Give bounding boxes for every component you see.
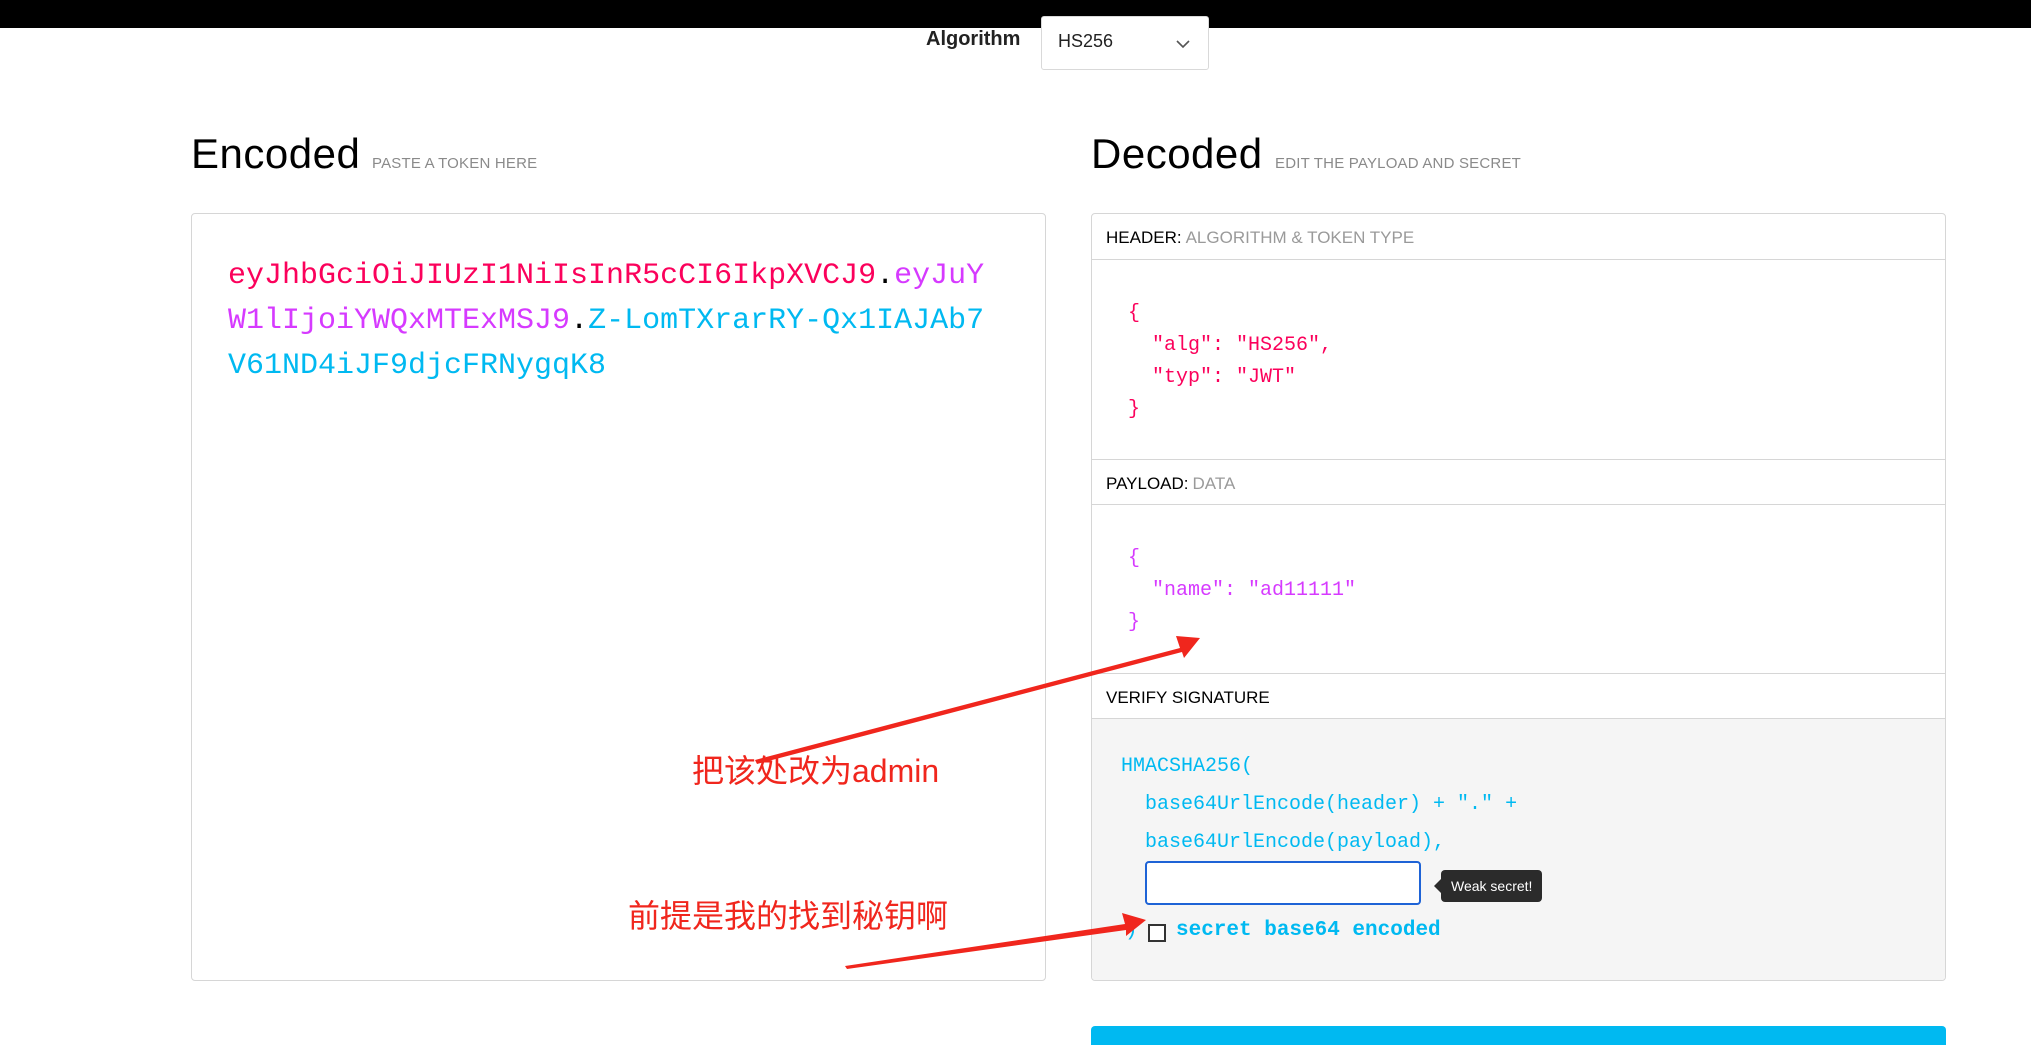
browser-top-bar: [0, 0, 2031, 28]
payload-json-name: "name": "ad11111": [1128, 579, 1357, 602]
header-json-alg: "alg": "HS256",: [1128, 334, 1333, 357]
verify-section-title: VERIFY SIGNATURE: [1092, 673, 1945, 719]
decoded-panel: HEADER: ALGORITHM & TOKEN TYPE { "alg": "…: [1091, 213, 1946, 981]
payload-section-label: PAYLOAD:: [1106, 474, 1189, 493]
header-json-close: }: [1128, 398, 1141, 421]
header-json-open: {: [1128, 302, 1141, 325]
header-section-sublabel: ALGORITHM & TOKEN TYPE: [1185, 228, 1415, 247]
encoded-subtitle: PASTE A TOKEN HERE: [372, 155, 538, 172]
annotation-need-secret: 前提是我的找到秘钥啊: [628, 898, 949, 934]
verify-close-paren: ): [1125, 919, 1138, 942]
algorithm-label: Algorithm: [926, 28, 1021, 50]
payload-section-title: PAYLOAD: DATA: [1092, 459, 1945, 505]
payload-json-editor[interactable]: { "name": "ad11111"}: [1128, 543, 1356, 639]
algorithm-select[interactable]: HS256: [1041, 16, 1209, 70]
secret-base64-label[interactable]: secret base64 encoded: [1176, 919, 1441, 942]
payload-json-close: }: [1128, 611, 1141, 634]
verify-line-header: base64UrlEncode(header) + "." +: [1121, 793, 1518, 816]
header-json-editor[interactable]: { "alg": "HS256", "typ": "JWT"}: [1128, 298, 1332, 426]
header-json-typ: "typ": "JWT": [1128, 366, 1297, 389]
verify-section-label: VERIFY SIGNATURE: [1106, 688, 1270, 707]
verify-signature-body: HMACSHA256( base64UrlEncode(header) + ".…: [1092, 719, 1945, 980]
verify-fn: HMACSHA256(: [1121, 755, 1254, 778]
annotation-change-to-admin: 把该处改为admin: [692, 753, 940, 789]
header-section-title: HEADER: ALGORITHM & TOKEN TYPE: [1092, 214, 1945, 260]
payload-json-open: {: [1128, 547, 1141, 570]
chevron-down-icon: [1176, 40, 1190, 49]
decoded-subtitle: EDIT THE PAYLOAD AND SECRET: [1275, 155, 1522, 172]
verify-line-payload: base64UrlEncode(payload),: [1121, 831, 1446, 854]
algorithm-selected-value: HS256: [1058, 31, 1114, 51]
header-section-label: HEADER:: [1106, 228, 1182, 247]
payload-section-sublabel: DATA: [1192, 474, 1236, 493]
secret-input[interactable]: [1145, 861, 1421, 905]
decoded-title: Decoded: [1091, 130, 1263, 177]
token-dot: .: [570, 304, 589, 338]
encoded-title: Encoded: [191, 130, 361, 177]
verify-code: HMACSHA256( base64UrlEncode(header) + ".…: [1121, 748, 1517, 862]
encoded-token-editor[interactable]: eyJhbGciOiJIUzI1NiIsInR5cCI6IkpXVCJ9.eyJ…: [191, 213, 1046, 981]
signature-verified-bar: [1091, 1026, 1946, 1045]
secret-base64-checkbox[interactable]: [1148, 924, 1166, 942]
token-header-part: eyJhbGciOiJIUzI1NiIsInR5cCI6IkpXVCJ9: [228, 259, 877, 293]
weak-secret-tooltip: Weak secret!: [1433, 870, 1543, 902]
token-dot: .: [876, 259, 895, 293]
encoded-token-text: eyJhbGciOiJIUzI1NiIsInR5cCI6IkpXVCJ9.eyJ…: [228, 254, 988, 389]
